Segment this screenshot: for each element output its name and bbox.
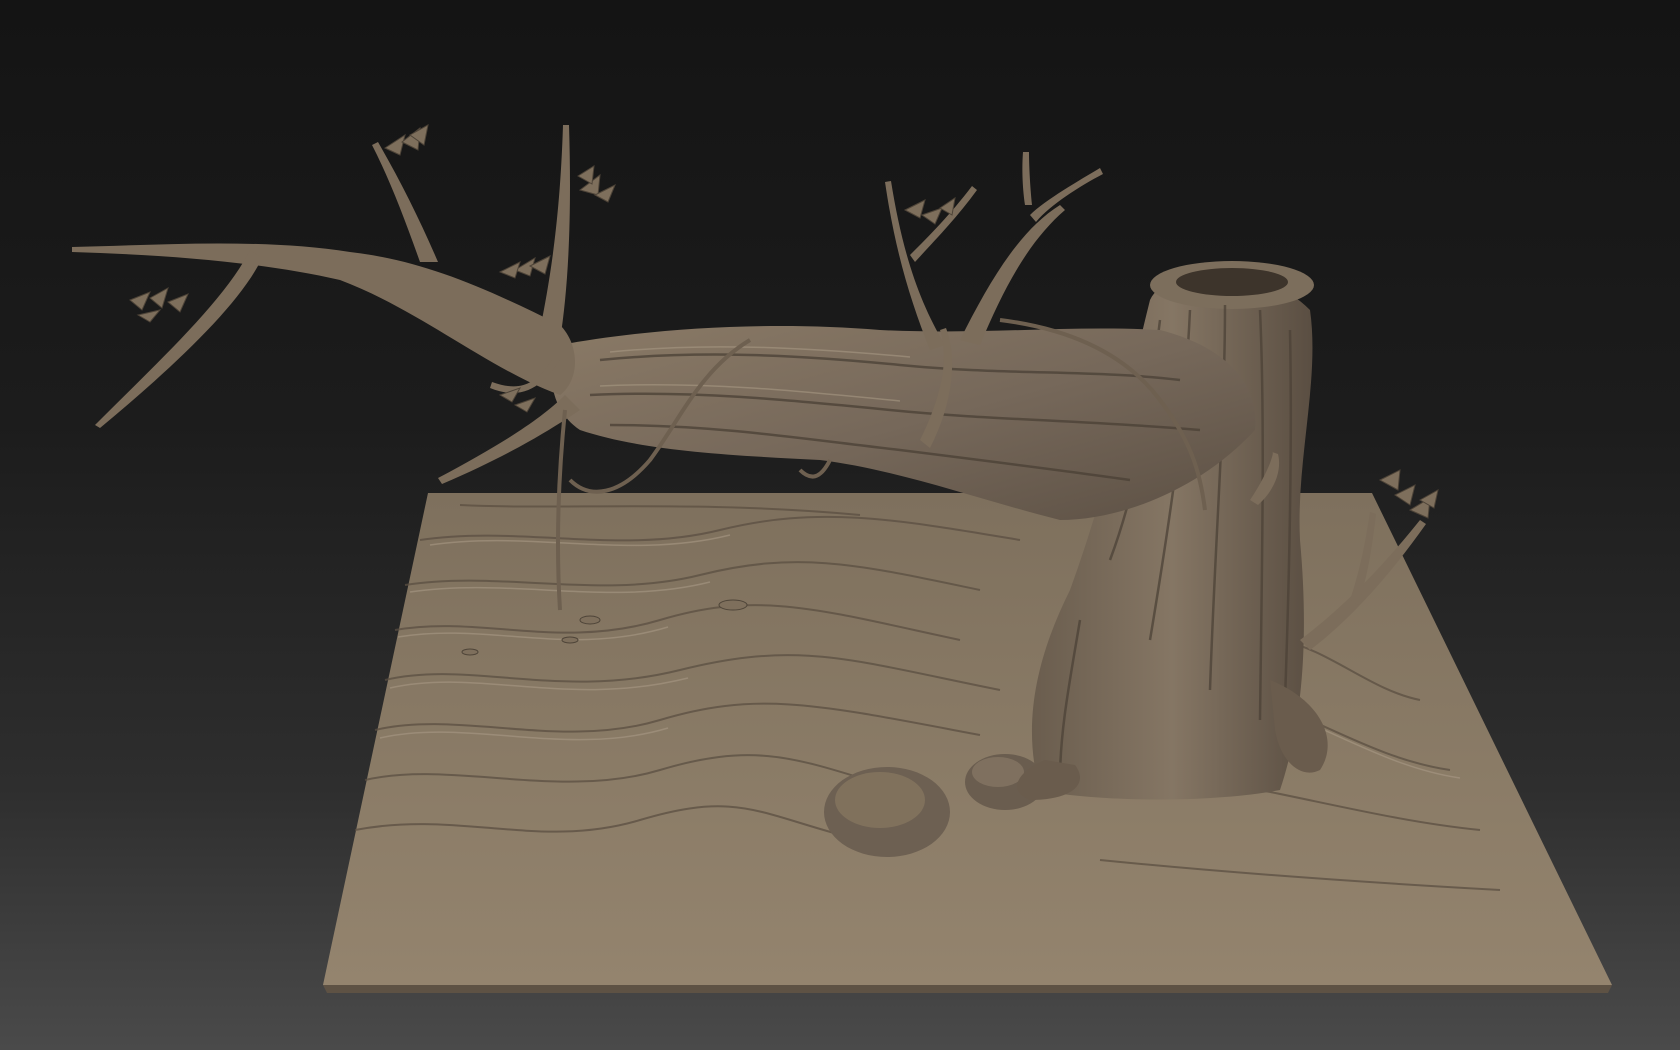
sculpt-scene[interactable] <box>0 0 1680 1050</box>
stump-hollow <box>1176 268 1288 296</box>
terrain-top <box>323 493 1612 985</box>
leaf-cluster-left <box>129 286 189 323</box>
leaf-cluster-mid <box>577 165 616 203</box>
leaf-cluster-top-left <box>383 124 429 156</box>
terrain-slab <box>323 493 1612 993</box>
main-branch <box>72 125 580 484</box>
leaf-cluster-center <box>498 255 551 279</box>
terrain-front-edge <box>323 985 1612 993</box>
3d-viewport[interactable] <box>0 0 1680 1050</box>
fallen-trunk <box>551 325 1256 520</box>
leaf-cluster-right <box>1378 469 1439 519</box>
